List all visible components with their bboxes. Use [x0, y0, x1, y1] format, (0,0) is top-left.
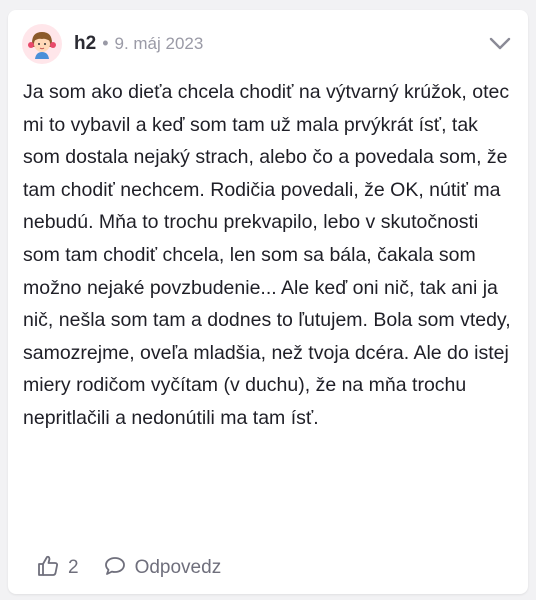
comment-text: Ja som ako dieťa chcela chodiť na výtvar… — [23, 81, 511, 429]
separator-dot: • — [102, 33, 109, 53]
comment-meta: h2 • 9. máj 2023 — [74, 33, 203, 55]
thumbs-up-icon — [36, 554, 60, 583]
reply-label: Odpovedz — [134, 557, 222, 578]
username[interactable]: h2 — [74, 33, 96, 55]
like-button[interactable]: 2 — [36, 554, 79, 583]
like-count: 2 — [68, 557, 79, 578]
comment-header: h2 • 9. máj 2023 — [22, 22, 514, 66]
post-date: 9. máj 2023 — [114, 34, 204, 53]
comment-actions: 2 Odpovedz — [36, 550, 221, 586]
chevron-down-icon[interactable] — [486, 30, 514, 58]
comment-card: h2 • 9. máj 2023 Ja som ako dieťa chcela… — [8, 10, 528, 594]
girl-avatar-icon[interactable] — [22, 24, 62, 64]
reply-button[interactable]: Odpovedz — [103, 554, 222, 583]
speech-bubble-icon — [103, 554, 127, 583]
